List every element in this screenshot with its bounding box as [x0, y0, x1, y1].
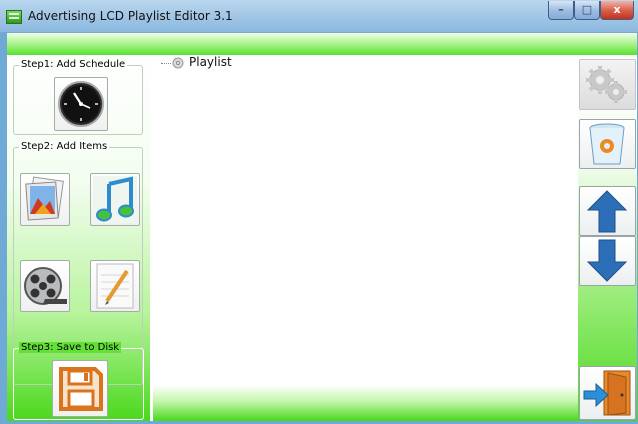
- arrow-up-icon: [586, 190, 628, 233]
- add-image-button[interactable]: [20, 173, 70, 226]
- client-area: Step1: Add Schedule Step2: Add Items Ste…: [7, 33, 637, 421]
- floppy-disk-icon: [59, 367, 103, 411]
- delete-button[interactable]: [579, 119, 636, 169]
- exit-button[interactable]: [579, 366, 636, 420]
- recycle-bin-icon: [589, 123, 625, 165]
- close-button[interactable]: x: [600, 1, 634, 20]
- step3-title: Step3: Save to Disk: [19, 342, 122, 353]
- step3-group: Step3: Save to Disk: [13, 342, 144, 420]
- clock-icon: [58, 81, 104, 127]
- save-to-disk-button[interactable]: [52, 360, 108, 417]
- film-reel-icon: [24, 267, 67, 305]
- step1-group: Step1: Add Schedule: [13, 59, 143, 135]
- add-video-button[interactable]: [20, 260, 70, 312]
- arrow-down-icon: [586, 239, 628, 282]
- add-text-button[interactable]: [90, 260, 140, 312]
- title-bar[interactable]: Advertising LCD Playlist Editor 3.1 – □ …: [0, 0, 638, 33]
- tree-connector: [161, 63, 171, 64]
- left-panel: Step1: Add Schedule Step2: Add Items Ste…: [7, 55, 150, 421]
- exit-door-icon: [583, 370, 631, 416]
- playlist-tree[interactable]: Playlist: [153, 55, 578, 385]
- move-down-button[interactable]: [579, 236, 636, 286]
- bottom-green-strip: [153, 385, 578, 421]
- gears-icon: [586, 66, 627, 103]
- right-panel: [578, 55, 637, 421]
- notepad-pencil-icon: [96, 263, 134, 309]
- tree-root-playlist[interactable]: Playlist: [189, 55, 232, 69]
- playlist-disc-icon: [172, 57, 184, 69]
- app-icon: [6, 10, 22, 24]
- top-toolbar-strip: [7, 33, 637, 55]
- add-music-button[interactable]: [90, 173, 140, 226]
- minimize-button[interactable]: –: [548, 1, 574, 20]
- image-gallery-icon: [25, 176, 64, 221]
- maximize-button[interactable]: □: [574, 1, 600, 20]
- step1-title: Step1: Add Schedule: [19, 59, 128, 70]
- move-up-button[interactable]: [579, 186, 636, 236]
- window-title: Advertising LCD Playlist Editor 3.1: [28, 9, 233, 23]
- settings-button[interactable]: [579, 59, 636, 110]
- add-schedule-button[interactable]: [54, 77, 108, 131]
- step2-title: Step2: Add Items: [19, 141, 110, 152]
- music-note-icon: [93, 176, 137, 223]
